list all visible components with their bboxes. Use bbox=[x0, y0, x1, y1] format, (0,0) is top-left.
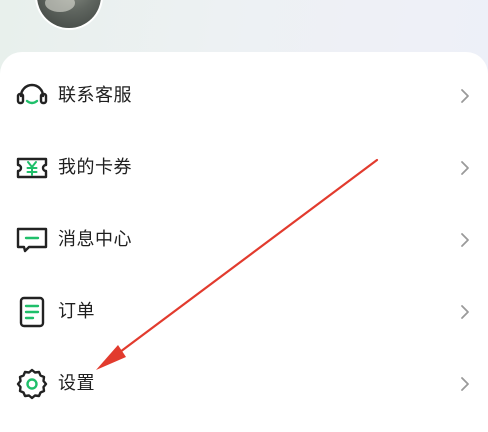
chevron-right-icon bbox=[456, 375, 474, 393]
chevron-right-icon bbox=[456, 159, 474, 177]
menu-item-message-center[interactable]: 消息中心 bbox=[0, 204, 488, 276]
message-icon bbox=[15, 223, 49, 257]
menu-item-customer-service[interactable]: 联系客服 bbox=[0, 60, 488, 132]
chevron-right-icon bbox=[456, 231, 474, 249]
menu-item-orders[interactable]: 订单 bbox=[0, 276, 488, 348]
menu-item-settings[interactable]: 设置 bbox=[0, 348, 488, 420]
menu-item-label: 我的卡券 bbox=[58, 157, 132, 178]
menu-item-coupons[interactable]: 我的卡券 bbox=[0, 132, 488, 204]
menu-item-label: 联系客服 bbox=[58, 85, 132, 106]
menu-item-label: 订单 bbox=[58, 301, 95, 322]
order-icon bbox=[15, 295, 49, 329]
avatar-highlight bbox=[45, 0, 75, 12]
gear-icon bbox=[15, 367, 49, 401]
menu-card: 联系客服 我的卡券 消息中心 订单 设置 bbox=[0, 52, 488, 432]
menu-item-label: 设置 bbox=[58, 373, 95, 394]
coupon-icon bbox=[15, 151, 49, 185]
menu-item-label: 消息中心 bbox=[58, 229, 132, 250]
chevron-right-icon bbox=[456, 87, 474, 105]
headset-icon bbox=[15, 79, 49, 113]
chevron-right-icon bbox=[456, 303, 474, 321]
